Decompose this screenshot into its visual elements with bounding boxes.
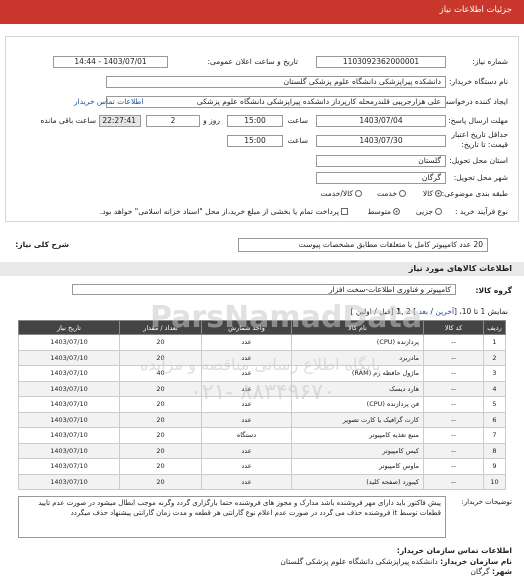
category-option-both[interactable]: کالا/خدمت [320,189,362,198]
need-number-label: شماره نیاز: [472,57,508,66]
table-row: 6 -- کارت گرافیک یا کارت تصویر عدد 20 1403/07… [18,411,506,428]
buyer-notes-box: پیش فاکتور باید دارای مهر فروشنده باشد م… [18,496,446,538]
radio-icon [355,190,362,197]
pager-last-link[interactable]: آخرین [435,307,454,316]
category-option-service[interactable]: خدمت [377,189,406,198]
creator-field: علی هزارجریبی قلندرمحله کارپرداز دانشکده… [106,96,446,108]
days-field: 2 [146,115,200,127]
creator-label: ایجاد کننده درخواست: [438,97,508,106]
province-field: گلستان [316,155,446,167]
col-quantity: تعداد / مقدار [119,320,202,335]
table-row: 8 -- کیس کامپیوتر عدد 20 1403/07/10 [18,442,506,459]
goods-group-label: گروه کالا: [475,286,513,295]
page-header: جزئیات اطلاعات نیاز [0,0,524,24]
pager-next-link[interactable]: بعد [418,307,428,316]
treasury-payment-checkbox[interactable]: پرداخت تمام یا بخشی از مبلغ خرید،از محل … [100,207,348,216]
process-option-medium[interactable]: متوسط [367,207,400,216]
process-option-minor[interactable]: جزیی [416,207,442,216]
table-row: 3 -- ماژول حافظه رم (RAM) عدد 40 1403/07/10 [18,365,506,382]
table-row: 7 -- منبع تغذیه کامپیوتر دستگاه 20 1403/07/10 [18,427,506,444]
pagination: نمایش 1 تا 10، [آخرین / بعد ] 2 ,1 [قبل … [350,307,508,316]
contact-title: اطلاعات تماس سازمان خریدار: [396,546,512,555]
announce-field: 1403/07/01 - 14:44 [53,56,168,68]
page-title: جزئیات اطلاعات نیاز [439,5,512,15]
city-label: شهر محل تحویل: [453,173,508,182]
radio-icon [435,208,442,215]
reply-time-label: ساعت [287,116,308,125]
goods-group-field: کامپیوتر و فناوری اطلاعات-سخت افزار [72,284,456,295]
notes-label: توضیحات خریدار: [461,498,512,506]
table-row: 2 -- مادربرد عدد 20 1403/07/10 [18,349,506,366]
reply-time-field: 15:00 [227,115,283,127]
table-row: 5 -- فن پردازنده (CPU) عدد 20 1403/07/10 [18,396,506,413]
need-summary-label: شرح کلی نیاز: [15,240,69,249]
table-row: 1 -- پردازنده (CPU) عدد 20 1403/07/10 [18,334,506,351]
need-number-field: 1103092362000001 [316,56,446,68]
buyer-name-label: نام دستگاه خریدار: [448,77,508,86]
pager-prev-link[interactable]: قبل [379,307,391,316]
validity-label-1: حداقل تاریخ اعتبار [451,130,508,139]
announce-label: تاریخ و ساعت اعلان عمومی: [207,57,298,66]
days-label: روز و [203,116,220,125]
col-row-number: ردیف [483,320,506,335]
table-row: 10 -- کیبورد (صفحه کلید) عدد 20 1403/07/10 [18,473,506,490]
need-details-panel: شماره نیاز: 1103092362000001 تاریخ و ساع… [5,36,519,222]
category-label: طبقه بندی موضوعی: [441,189,508,198]
table-row: 9 -- ماوس کامپیوتر عدد 20 1403/07/10 [18,458,506,475]
radio-icon [399,190,406,197]
city-field: گرگان [316,172,446,184]
province-label: استان محل تحویل: [449,156,508,165]
validity-time-field: 15:00 [227,135,283,147]
checkbox-icon [341,208,348,215]
pager-first-link[interactable]: اولین [356,307,372,316]
col-item-name: نام کالا [291,320,424,335]
table-row: 4 -- هارد دیسک عدد 20 1403/07/10 [18,380,506,397]
goods-table: ردیف کد کالا نام کالا واحد شمارش تعداد /… [18,320,506,490]
radio-selected-icon [393,208,400,215]
validity-label-2: قیمت: تا تاریخ: [461,140,508,149]
validity-date-field: 1403/07/30 [316,135,446,147]
category-option-goods[interactable]: کالا [423,189,442,198]
buyer-name-field: دانشکده پیراپزشکی دانشگاه علوم پزشکی گلس… [106,76,446,88]
remaining-time-field: 22:27:41 [99,115,141,127]
buyer-contact-link[interactable]: اطلاعات تماس خریدار [74,97,144,106]
table-header-row: ردیف کد کالا نام کالا واحد شمارش تعداد /… [18,320,506,335]
col-item-code: کد کالا [423,320,484,335]
contact-city: شهر: گرگان [470,567,512,576]
contact-buyer: نام سازمان خریدار: دانشکده پیراپزشکی دان… [280,557,512,566]
radio-selected-icon [435,190,442,197]
goods-section-header: اطلاعات کالاهای مورد نیاز [0,262,524,276]
validity-time-label: ساعت [287,136,308,145]
reply-date-field: 1403/07/04 [316,115,446,127]
need-summary-field: 20 عدد کامپیوتر کامل با متعلقات مطابق مش… [238,238,488,252]
col-unit: واحد شمارش [201,320,292,335]
process-label: نوع فرآیند خرید : [454,207,508,216]
remaining-label: ساعت باقی مانده [40,116,96,125]
col-need-date: تاریخ نیاز [18,320,120,335]
